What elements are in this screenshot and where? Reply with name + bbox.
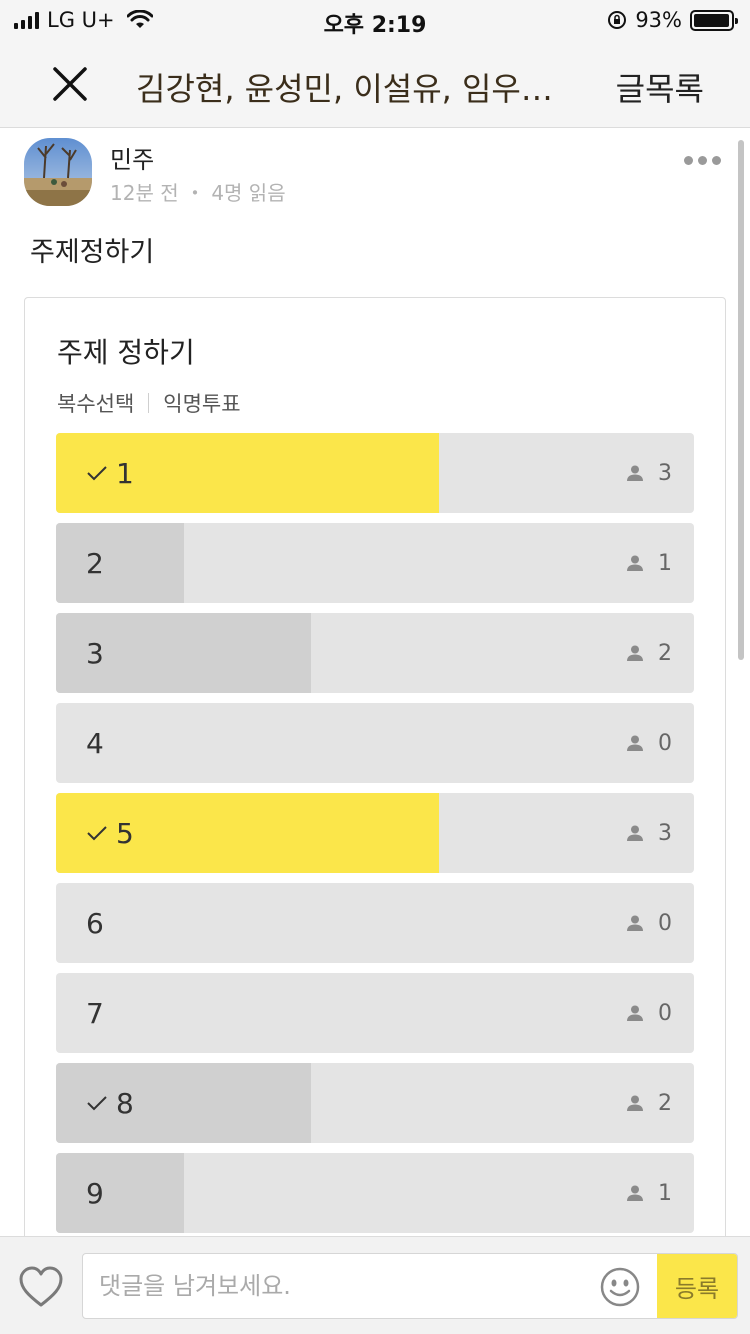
option-content: 2: [86, 523, 104, 603]
tag-multiple-choice: 복수선택: [57, 392, 135, 416]
post-meta: 12분 전 ・ 4명 읽음: [110, 177, 286, 206]
vote-count-value: 1: [658, 1180, 672, 1206]
check-icon: [87, 1096, 107, 1111]
poll-option[interactable]: 53: [56, 793, 694, 873]
tag-divider: [148, 393, 150, 413]
vote-count[interactable]: 1: [626, 523, 672, 603]
check-icon: [87, 826, 107, 841]
battery-percent: 93%: [635, 8, 682, 32]
vote-count[interactable]: 0: [626, 973, 672, 1053]
post-list-button[interactable]: 글목록: [616, 64, 704, 110]
option-content: 1: [86, 433, 134, 513]
person-icon: [627, 645, 643, 661]
scrollbar[interactable]: [738, 140, 744, 660]
poll-option[interactable]: 70: [56, 973, 694, 1053]
tag-anonymous: 익명투표: [163, 392, 241, 416]
status-bar: LG U+ 오후 2:19 93%: [0, 0, 750, 40]
option-label: 9: [86, 1176, 104, 1210]
author-name: 민주: [110, 146, 155, 174]
option-label: 6: [86, 906, 104, 940]
vote-count[interactable]: 0: [626, 883, 672, 963]
option-label: 5: [116, 816, 134, 850]
option-content: 4: [86, 703, 104, 783]
close-icon[interactable]: [44, 58, 96, 110]
post-body: 주제정하기: [30, 237, 155, 268]
poll-option[interactable]: 82: [56, 1063, 694, 1143]
vote-count-value: 3: [658, 460, 672, 486]
vote-count[interactable]: 2: [626, 613, 672, 693]
battery-fill: [694, 13, 729, 27]
poll-tags: 복수선택 익명투표: [57, 388, 241, 418]
option-content: 5: [86, 793, 134, 873]
vote-count-value: 2: [658, 640, 672, 666]
vote-bar-fill: [56, 1153, 184, 1233]
meta-separator: ・: [184, 181, 205, 205]
person-icon: [627, 1005, 643, 1021]
poll-option[interactable]: 91: [56, 1153, 694, 1233]
vote-count[interactable]: 0: [626, 703, 672, 783]
emoji-icon[interactable]: [599, 1266, 641, 1308]
person-icon: [627, 1185, 643, 1201]
option-content: 9: [86, 1153, 104, 1233]
vote-count-value: 3: [658, 820, 672, 846]
vote-count[interactable]: 2: [626, 1063, 672, 1143]
vote-count[interactable]: 1: [626, 1153, 672, 1233]
option-label: 4: [86, 726, 104, 760]
poll-title: 주제 정하기: [57, 336, 195, 369]
vote-count-value: 0: [658, 910, 672, 936]
post-time: 12분 전: [110, 181, 179, 205]
option-content: 3: [86, 613, 104, 693]
poll-option[interactable]: 40: [56, 703, 694, 783]
vote-count-value: 0: [658, 1000, 672, 1026]
vote-count[interactable]: 3: [626, 793, 672, 873]
heart-icon[interactable]: [18, 1265, 64, 1309]
vote-count-value: 1: [658, 550, 672, 576]
option-content: 8: [86, 1063, 134, 1143]
person-icon: [627, 465, 643, 481]
option-label: 7: [86, 996, 104, 1030]
option-label: 2: [86, 546, 104, 580]
option-label: 3: [86, 636, 104, 670]
chat-title: 김강현, 윤성민, 이설유, 임우섭…: [136, 70, 578, 108]
more-options-icon[interactable]: [684, 150, 724, 170]
person-icon: [627, 1095, 643, 1111]
poll-option[interactable]: 32: [56, 613, 694, 693]
poll-card: 주제 정하기 복수선택 익명투표 132132405360708291: [24, 297, 726, 1257]
person-icon: [627, 915, 643, 931]
status-right: 93%: [607, 8, 738, 32]
poll-option[interactable]: 21: [56, 523, 694, 603]
person-icon: [627, 825, 643, 841]
person-icon: [627, 735, 643, 751]
poll-option[interactable]: 13: [56, 433, 694, 513]
option-label: 8: [116, 1086, 134, 1120]
read-count: 4명 읽음: [211, 181, 286, 205]
avatar[interactable]: [24, 138, 92, 206]
vote-count-value: 0: [658, 730, 672, 756]
submit-button[interactable]: 등록: [657, 1254, 737, 1318]
person-icon: [627, 555, 643, 571]
option-label: 1: [116, 456, 134, 490]
bottom-bar: 등록: [0, 1236, 750, 1334]
vote-bar-fill: [56, 523, 184, 603]
rotation-lock-icon: [608, 11, 627, 29]
poll-option[interactable]: 60: [56, 883, 694, 963]
vote-count-value: 2: [658, 1090, 672, 1116]
option-content: 6: [86, 883, 104, 963]
nav-bar: 김강현, 윤성민, 이설유, 임우섭… 글목록: [0, 40, 750, 128]
check-icon: [87, 466, 107, 481]
comment-input[interactable]: [99, 1254, 589, 1318]
vote-count[interactable]: 3: [626, 433, 672, 513]
battery-icon: [690, 9, 738, 31]
comment-box: 등록: [82, 1253, 738, 1319]
option-content: 7: [86, 973, 104, 1053]
